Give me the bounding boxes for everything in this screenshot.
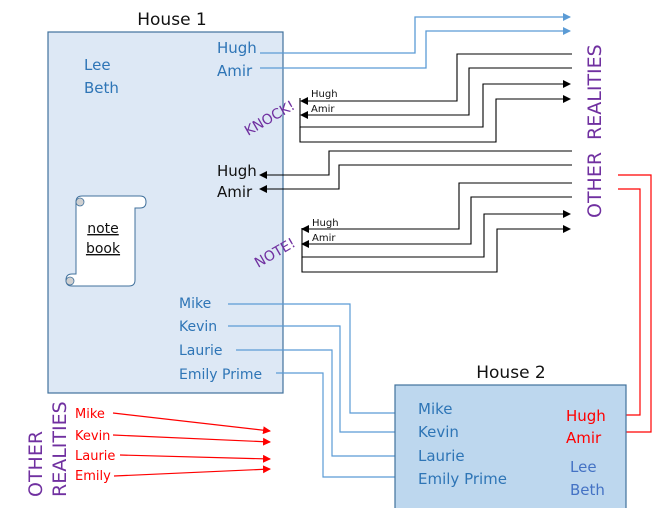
house1-sent-name: Laurie <box>179 343 223 359</box>
house1-resident: Beth <box>84 79 119 97</box>
house2-visitor: Hugh <box>566 407 606 425</box>
other-realities-name: Kevin <box>75 429 110 444</box>
notebook-label: note <box>87 221 119 237</box>
other-realities-right-label: OTHERREALITIES <box>584 44 606 218</box>
connector-line <box>300 67 572 119</box>
note-name: Hugh <box>312 218 339 229</box>
house2-title: House 2 <box>476 363 546 383</box>
house1-title: House 1 <box>137 10 207 30</box>
house2-arrival: Kevin <box>418 423 459 441</box>
other-realities-name: Mike <box>75 407 105 422</box>
house1-traveler-out: Hugh <box>217 39 257 57</box>
connector-line <box>611 188 641 419</box>
house2-resident: Lee <box>570 458 597 476</box>
connector-line <box>301 182 572 233</box>
other-realities-name: Emily <box>75 469 111 484</box>
connector-line <box>119 454 271 463</box>
house2-resident: Beth <box>570 481 605 499</box>
house1-sent-name: Kevin <box>179 319 217 335</box>
diagram-canvas: House 1 Lee Beth Hugh Amir Hugh Amir not… <box>25 10 652 508</box>
connector-line <box>301 225 571 273</box>
notebook-label: book <box>86 241 121 257</box>
house1-traveler-out: Amir <box>217 62 253 80</box>
connector-line <box>113 465 271 477</box>
connector-line <box>260 13 571 54</box>
connector-line <box>299 80 571 128</box>
connector-line <box>301 210 571 258</box>
house2-arrival: Laurie <box>418 447 465 465</box>
connector-line <box>112 434 271 446</box>
connector-line <box>299 95 571 143</box>
connector-line <box>259 150 572 179</box>
house1-sent-name: Mike <box>179 296 211 312</box>
knock-name: Amir <box>311 104 335 115</box>
house1-traveler-returned: Amir <box>217 183 253 201</box>
connector-line <box>300 53 572 105</box>
house2-arrival: Emily Prime <box>418 470 507 488</box>
house2-visitor: Amir <box>566 429 602 447</box>
note-name: Amir <box>312 233 336 244</box>
house1-resident: Lee <box>84 56 111 74</box>
connector-line <box>301 196 572 248</box>
connector-line <box>259 164 572 193</box>
other-realities-name: Laurie <box>75 449 115 464</box>
other-realities-left-word2: REALITIES <box>49 401 71 497</box>
house1-sent-name: Emily Prime <box>179 367 262 383</box>
house1-traveler-returned: Hugh <box>217 162 257 180</box>
knock-name: Hugh <box>311 89 338 100</box>
connector-line <box>112 412 271 435</box>
house2-arrival: Mike <box>418 400 453 418</box>
other-realities-left-word1: OTHER <box>25 431 47 497</box>
